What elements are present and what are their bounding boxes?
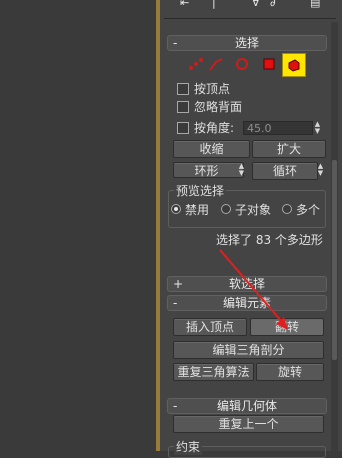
top-toolbar: ⇤ | ∀ ∂ ▤	[160, 0, 342, 10]
grow-button[interactable]: 扩大	[252, 140, 326, 158]
loop-spinner-arrows[interactable]: ▲ ▼	[316, 163, 325, 177]
ring-button[interactable]: 环形	[173, 162, 244, 178]
selection-status-text: 选择了 83 个多边形	[216, 233, 323, 247]
angle-input[interactable]: 45.0	[243, 121, 313, 135]
soft-selection-rollout-header[interactable]: + 软选择	[167, 276, 327, 292]
edit-elements-rollout-header[interactable]: - 编辑元素	[167, 295, 327, 311]
preview-disabled-radio[interactable]	[171, 204, 181, 214]
element-button[interactable]	[282, 53, 306, 77]
by-angle-checkbox[interactable]	[177, 122, 189, 134]
ignore-backfacing-label: 忽略背面	[194, 100, 243, 114]
by-angle-label: 按角度:	[194, 121, 235, 135]
preview-subobject-label: 子对象	[235, 203, 272, 217]
show-end-result-icon[interactable]: ∀	[252, 0, 260, 9]
preview-multi-label: 多个	[296, 203, 321, 217]
configure-icon[interactable]: ▤	[310, 0, 320, 9]
rollout-title: 软选择	[228, 277, 265, 291]
selection-rollout-header[interactable]: - 选择	[167, 35, 327, 51]
polygon-icon[interactable]	[261, 56, 277, 72]
edge-icon[interactable]	[208, 56, 224, 72]
viewport[interactable]	[0, 0, 156, 451]
ignore-backfacing-checkbox[interactable]	[177, 101, 189, 113]
loop-button[interactable]: 循环	[252, 162, 318, 180]
ring-label: 环形	[194, 164, 219, 178]
turn-button[interactable]: 旋转	[256, 363, 324, 381]
loop-label: 循环	[272, 164, 297, 178]
preview-subobject-radio[interactable]	[221, 204, 231, 214]
constraints-title: 约束	[174, 438, 203, 455]
repeat-last-button[interactable]: 重复上一个	[173, 415, 324, 433]
preview-multi-radio[interactable]	[282, 204, 292, 214]
ring-spinner-arrows[interactable]: ▲ ▼	[237, 163, 246, 177]
edit-geometry-rollout-header[interactable]: - 编辑几何体	[167, 398, 327, 414]
vertex-icon[interactable]	[188, 56, 204, 72]
by-vertex-checkbox[interactable]	[177, 83, 189, 95]
flip-button[interactable]: 翻转	[250, 318, 324, 336]
retriangulate-button[interactable]: 重复三角算法	[173, 363, 254, 381]
rollout-title: 编辑几何体	[216, 399, 277, 413]
panel-scroll-thumb[interactable]	[332, 160, 337, 360]
rollout-title: 编辑元素	[222, 296, 271, 310]
edit-triangulation-button[interactable]: 编辑三角剖分	[173, 341, 324, 359]
shrink-button[interactable]: 收缩	[173, 140, 250, 158]
element-icon	[288, 59, 300, 72]
modifier-stack-icon[interactable]: |	[212, 0, 216, 9]
preview-disabled-label: 禁用	[185, 203, 210, 217]
divider	[164, 18, 336, 19]
pin-icon[interactable]: ⇤	[180, 0, 189, 9]
preview-selection-title: 预览选择	[174, 182, 227, 199]
insert-vertex-button[interactable]: 插入顶点	[173, 318, 247, 336]
by-vertex-label: 按顶点	[194, 82, 231, 96]
make-unique-icon[interactable]: ∂	[270, 0, 276, 9]
rollout-title: 选择	[234, 36, 259, 50]
angle-spinner-arrows[interactable]: ▲ ▼	[313, 121, 322, 135]
border-icon[interactable]	[234, 56, 250, 72]
